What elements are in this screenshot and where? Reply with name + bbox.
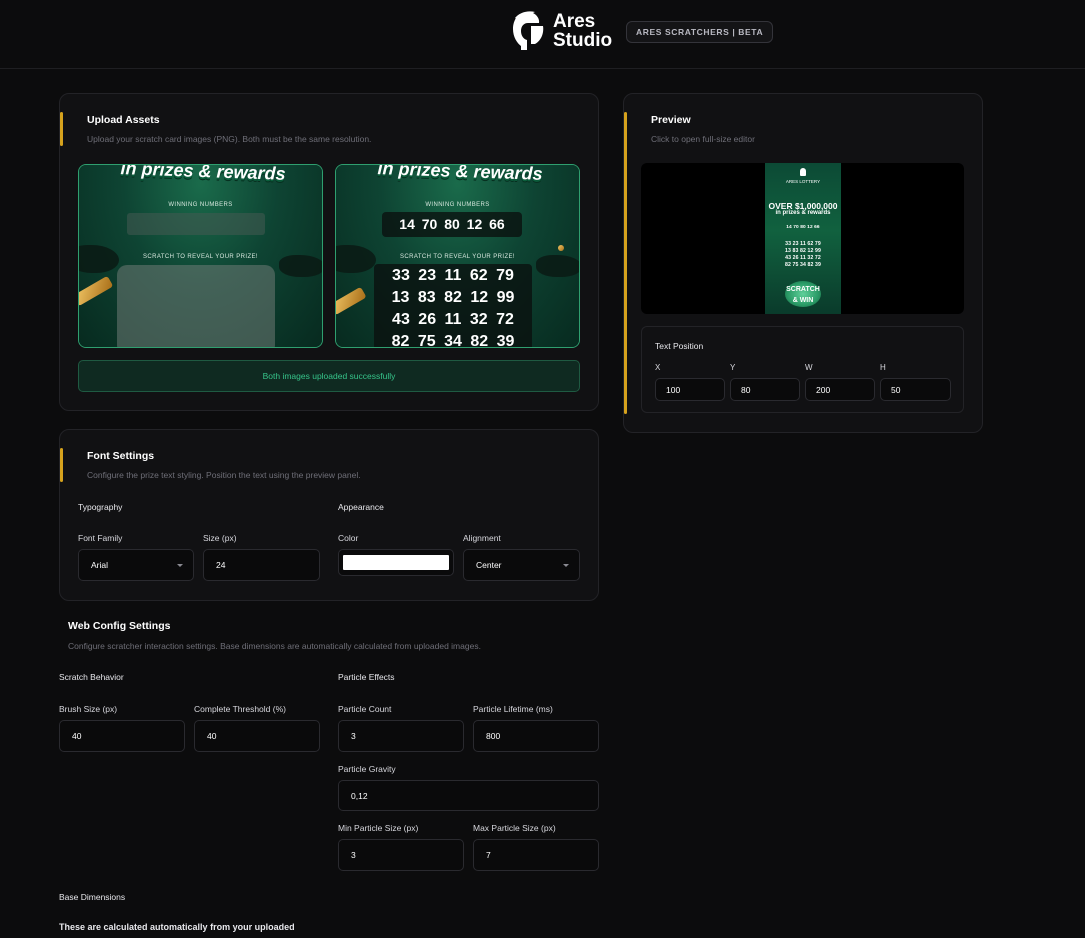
- size-label: Size (px): [203, 533, 237, 543]
- accent-bar: [60, 112, 63, 146]
- particle-gravity-input[interactable]: 0,12: [338, 780, 599, 811]
- upload-assets-title: Upload Assets: [87, 114, 160, 126]
- h-position-input[interactable]: 50: [880, 378, 951, 401]
- mini-row-3: 43 26 11 32 72: [785, 255, 821, 261]
- winning-numbers-label: WINNING NUMBERS: [168, 202, 233, 208]
- font-size-input[interactable]: 24: [203, 549, 320, 581]
- particle-count-label: Particle Count: [338, 704, 392, 714]
- overlay-image-thumbnail[interactable]: in prizes & rewards WINNING NUMBERS SCRA…: [78, 164, 323, 348]
- h-label: H: [880, 363, 886, 372]
- scratch-behavior-heading: Scratch Behavior: [59, 672, 124, 682]
- accent-bar: [60, 448, 63, 482]
- winning-numbers: 14 70 80 12 66: [399, 216, 505, 232]
- prize-row-3: 43 26 11 32 72: [392, 311, 514, 328]
- brand-name-line2: Studio: [553, 30, 613, 51]
- x-label: X: [655, 363, 661, 372]
- prize-area-cover: [117, 265, 275, 347]
- mini-row-4: 82 75 34 82 39: [784, 262, 821, 268]
- spartan-helmet-icon: [513, 11, 544, 50]
- color-label: Color: [338, 533, 359, 543]
- text-position-title: Text Position: [655, 341, 704, 351]
- base-dimensions-note: These are calculated automatically from …: [59, 922, 295, 932]
- particle-lifetime-input[interactable]: 800: [473, 720, 599, 752]
- top-header: Ares Studio ARES SCRATCHERS | BETA: [0, 0, 1085, 69]
- particle-gravity-label: Particle Gravity: [338, 764, 396, 774]
- typography-heading: Typography: [78, 502, 123, 512]
- dark-brush-right: [279, 255, 322, 277]
- preview-title: Preview: [651, 114, 691, 126]
- web-config-title: Web Config Settings: [68, 620, 171, 632]
- mini-row-2: 13 83 82 12 99: [784, 248, 821, 254]
- prize-row-4: 82 75 34 82 39: [391, 333, 515, 348]
- beta-badge: ARES SCRATCHERS | BETA: [626, 21, 774, 43]
- font-settings-subtitle: Configure the prize text styling. Positi…: [87, 470, 361, 480]
- prize-row-2: 13 83 82 12 99: [391, 289, 515, 306]
- font-family-label: Font Family: [78, 533, 123, 543]
- winning-numbers-label: WINNING NUMBERS: [425, 202, 490, 208]
- max-particle-size-input[interactable]: 7: [473, 839, 599, 871]
- brush-size-input[interactable]: 40: [59, 720, 185, 752]
- font-family-value: Arial: [91, 560, 109, 570]
- mini-row-1: 33 23 11 62 79: [785, 241, 821, 247]
- brand-logo[interactable]: Ares Studio: [509, 10, 612, 52]
- mini-winning-numbers: 14 70 80 12 66: [786, 225, 820, 230]
- mini-subheadline: in prizes & rewards: [775, 210, 831, 216]
- winning-numbers-cover: [127, 213, 265, 235]
- dark-brush-right: [536, 255, 579, 277]
- color-picker[interactable]: [338, 549, 454, 576]
- brand-name-line1: Ares: [553, 11, 596, 32]
- max-particle-size-label: Max Particle Size (px): [473, 823, 556, 833]
- chevron-down-icon: [563, 564, 569, 567]
- font-settings-title: Font Settings: [87, 450, 155, 462]
- threshold-label: Complete Threshold (%): [194, 704, 286, 714]
- preview-canvas[interactable]: ARES LOTTERY OVER $1,000,000 in prizes &…: [641, 163, 964, 314]
- color-swatch: [343, 555, 449, 570]
- upload-assets-subtitle: Upload your scratch card images (PNG). B…: [87, 134, 372, 144]
- x-position-input[interactable]: 100: [655, 378, 725, 401]
- min-particle-size-label: Min Particle Size (px): [338, 823, 419, 833]
- alignment-label: Alignment: [463, 533, 501, 543]
- gold-coin: [558, 245, 564, 251]
- font-family-select[interactable]: Arial: [78, 549, 194, 581]
- appearance-heading: Appearance: [338, 502, 384, 512]
- prize-row-1: 33 23 11 62 79: [392, 267, 514, 284]
- upload-success-message: Both images uploaded successfully: [78, 360, 580, 392]
- helmet-icon: [800, 168, 806, 176]
- base-dimensions-heading: Base Dimensions: [59, 892, 126, 902]
- min-particle-size-input[interactable]: 3: [338, 839, 464, 871]
- mini-brand: ARES LOTTERY: [785, 179, 821, 184]
- alignment-value: Center: [476, 560, 502, 570]
- w-label: W: [805, 363, 813, 372]
- brush-size-label: Brush Size (px): [59, 704, 118, 714]
- chevron-down-icon: [177, 564, 183, 567]
- y-position-input[interactable]: 80: [730, 378, 800, 401]
- y-label: Y: [730, 363, 736, 372]
- threshold-input[interactable]: 40: [194, 720, 320, 752]
- scratch-and-win-logo: SCRATCH & WIN: [785, 281, 821, 307]
- particle-lifetime-label: Particle Lifetime (ms): [473, 704, 553, 714]
- scratch-card-preview[interactable]: ARES LOTTERY OVER $1,000,000 in prizes &…: [765, 163, 841, 314]
- w-position-input[interactable]: 200: [805, 378, 875, 401]
- web-config-subtitle: Configure scratcher interaction settings…: [68, 641, 481, 651]
- accent-bar: [624, 112, 627, 414]
- particle-effects-heading: Particle Effects: [338, 672, 395, 682]
- particle-count-input[interactable]: 3: [338, 720, 464, 752]
- preview-subtitle: Click to open full-size editor: [651, 134, 755, 144]
- alignment-select[interactable]: Center: [463, 549, 580, 581]
- revealed-image-thumbnail[interactable]: in prizes & rewards WINNING NUMBERS 14 7…: [335, 164, 580, 348]
